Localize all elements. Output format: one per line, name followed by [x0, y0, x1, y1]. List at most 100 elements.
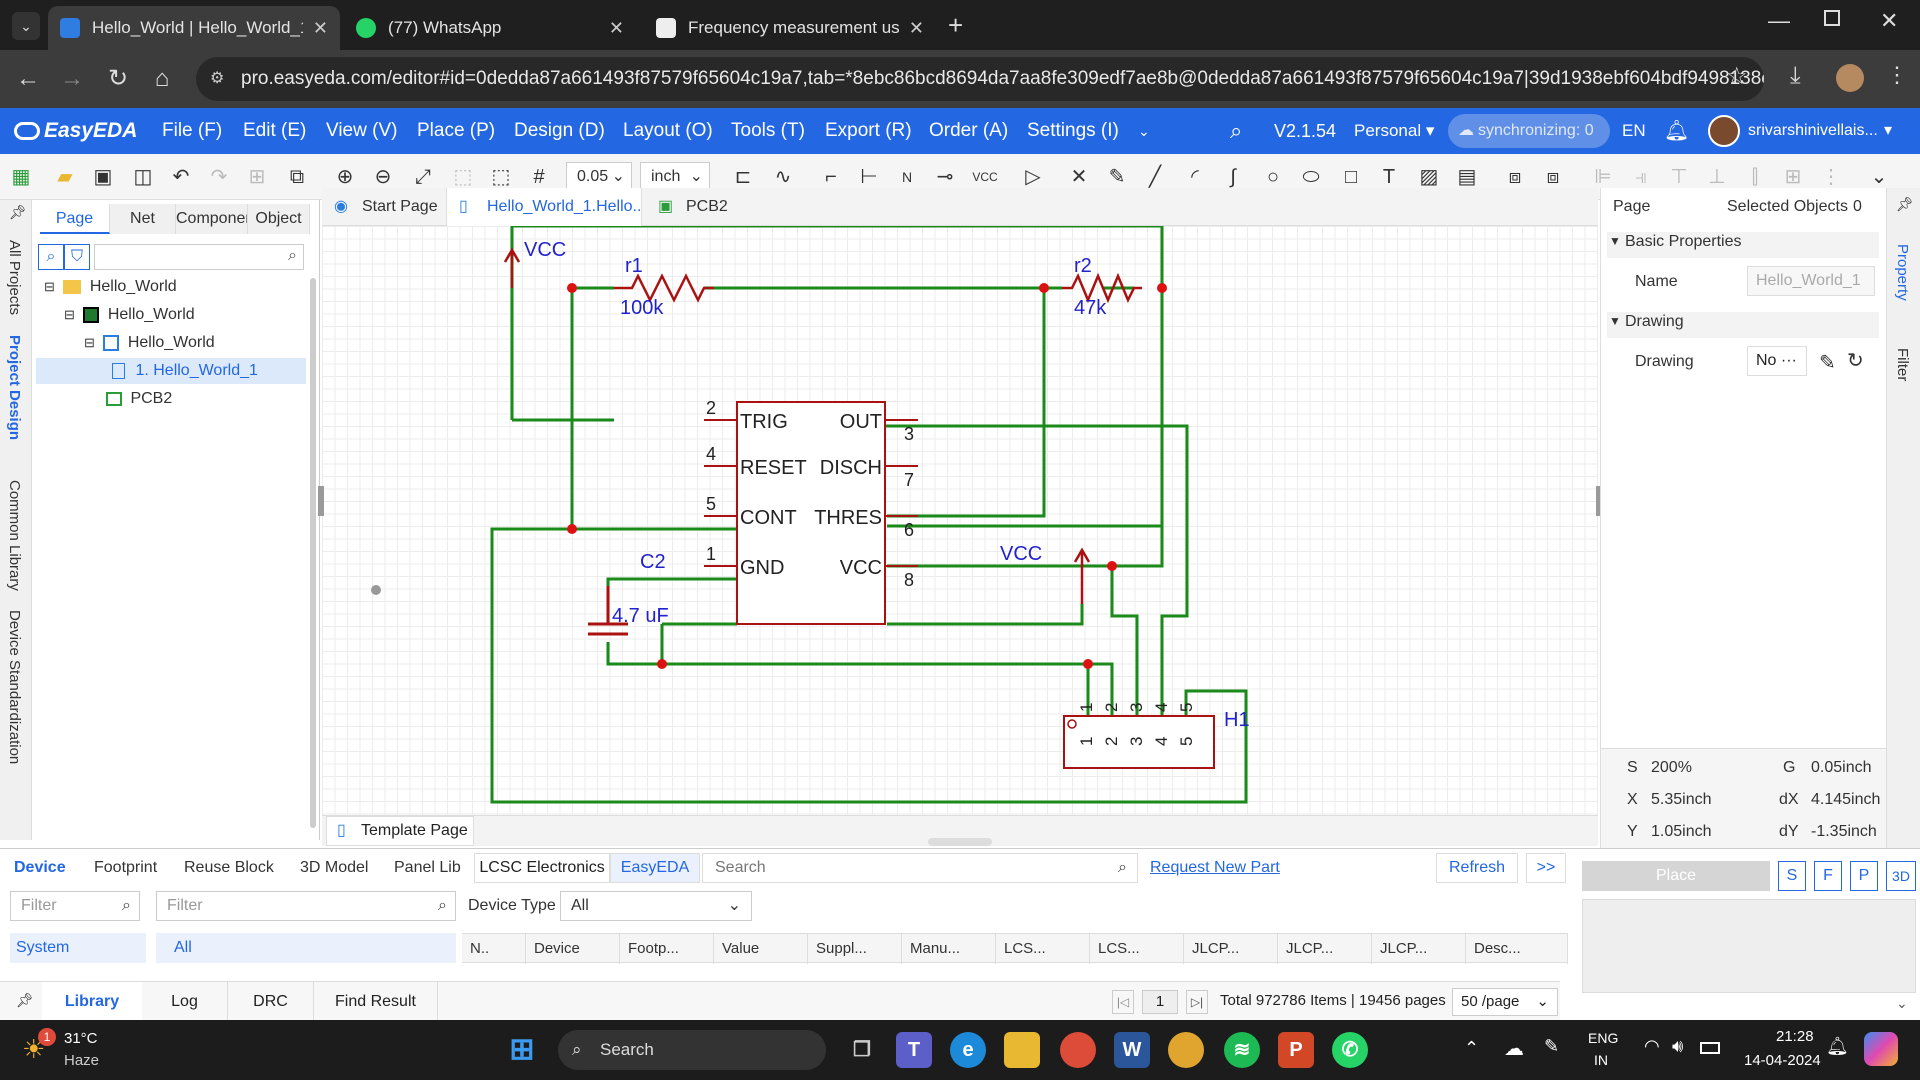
vcc-icon[interactable]: VCC [972, 164, 998, 190]
col-description[interactable]: Desc... [1466, 934, 1568, 964]
col-value[interactable]: Value [714, 934, 808, 964]
file-explorer-icon[interactable] [1004, 1032, 1040, 1068]
grid-icon[interactable]: # [526, 164, 552, 190]
schematic-canvas[interactable]: VCC r1 100k r2 47k C2 4.7 uF VCC H1 TRIG… [318, 226, 1602, 816]
rectangle-icon[interactable]: □ [1338, 164, 1364, 190]
lang-top[interactable]: ENG [1588, 1030, 1618, 1046]
close-icon[interactable]: ✕ [609, 18, 624, 39]
search-icon[interactable]: ⌕ [1230, 108, 1242, 154]
wire-icon[interactable]: ∿ [770, 164, 796, 190]
bottom-tab-log[interactable]: Log [142, 982, 228, 1022]
chrome-icon[interactable] [1168, 1032, 1204, 1068]
lib-tab-device[interactable]: Device [14, 859, 66, 877]
tab-template-page[interactable]: ▯ Template Page [326, 816, 474, 846]
lib-tab-panel-lib[interactable]: Panel Lib [394, 859, 461, 877]
undo-icon[interactable]: ↶ [168, 164, 194, 190]
refresh-icon[interactable]: ↻ [1847, 348, 1864, 373]
align-right-icon[interactable]: ⫣ [1628, 164, 1654, 190]
menu-file[interactable]: File (F) [162, 108, 222, 154]
plan-dropdown[interactable]: Personal ▾ [1354, 108, 1434, 154]
filter-input-1[interactable]: Filter ⌕ [10, 891, 140, 921]
text-icon[interactable]: T [1376, 164, 1402, 190]
toolbar-more-chevron-icon[interactable]: ⌄ [1866, 164, 1892, 190]
preview-3d-button[interactable]: 3D [1886, 861, 1916, 891]
col-jlcp-3[interactable]: JLCP... [1372, 934, 1466, 964]
edit-pen-icon[interactable]: ✎ [1819, 350, 1836, 375]
powerpoint-icon[interactable]: P [1278, 1032, 1314, 1068]
lib-tab-3d-model[interactable]: 3D Model [300, 859, 368, 877]
preview-symbol-button[interactable]: S [1778, 861, 1806, 891]
browser-tab-whatsapp[interactable]: (77) WhatsApp ✕ [344, 6, 636, 50]
align-center-icon[interactable]: ⫿ [1742, 164, 1768, 190]
align-top-icon[interactable]: ⊤ [1666, 164, 1692, 190]
menu-tools[interactable]: Tools (T) [731, 108, 805, 154]
tab-list-button[interactable]: ⌄ [12, 12, 40, 40]
pin-icon[interactable]: 📌︎ [1896, 196, 1914, 213]
col-jlcp-2[interactable]: JLCP... [1278, 934, 1372, 964]
category-system[interactable]: System [10, 933, 146, 963]
menu-edit[interactable]: Edit (E) [243, 108, 306, 154]
distribute-icon[interactable]: ⧈ [1540, 164, 1566, 190]
teams-icon[interactable]: T [896, 1032, 932, 1068]
library-search-input[interactable]: Search ⌕ [702, 853, 1138, 883]
vtab-filter[interactable]: Filter [1894, 348, 1911, 381]
align-left-icon[interactable]: ⊫ [1590, 164, 1616, 190]
copilot-icon[interactable] [1864, 1032, 1898, 1066]
preview-footprint-button[interactable]: F [1814, 861, 1842, 891]
back-icon[interactable]: ← [12, 63, 44, 95]
save-all-icon[interactable]: ◫ [130, 164, 156, 190]
site-info-icon[interactable]: ⚙ [210, 57, 224, 101]
panel-scrollbar[interactable] [310, 278, 316, 828]
menu-view[interactable]: View (V) [326, 108, 397, 154]
maximize-button[interactable] [1824, 10, 1840, 26]
place-button[interactable]: Place [1582, 861, 1770, 891]
col-footprint[interactable]: Footp... [620, 934, 714, 964]
zoom-in-icon[interactable]: ⊕ [332, 164, 358, 190]
page-number-input[interactable]: 1 [1142, 990, 1178, 1014]
col-supplier[interactable]: Suppl... [808, 934, 902, 964]
align-bottom-icon[interactable]: ⊥ [1704, 164, 1730, 190]
zoom-selection-icon[interactable]: ⬚ [450, 164, 476, 190]
group-icon[interactable]: ⊞ [244, 164, 270, 190]
tree-item-pcb[interactable]: PCB2 [106, 390, 172, 408]
filter-input-2[interactable]: Filter ⌕ [156, 891, 456, 921]
download-icon[interactable]: ⤓ [1790, 62, 1801, 90]
ic-555[interactable] [704, 401, 918, 625]
open-folder-icon[interactable]: ▰ [52, 164, 78, 190]
redo-icon[interactable]: ↷ [206, 164, 232, 190]
device-type-select[interactable]: All ⌄ [560, 891, 752, 921]
preview-pcb-button[interactable]: P [1850, 861, 1878, 891]
no-connect-icon[interactable]: ✕ [1066, 164, 1092, 190]
task-view-icon[interactable]: ❐ [844, 1032, 880, 1068]
browser-tab-frequency[interactable]: Frequency measurement using ✕ [644, 6, 936, 50]
language-selector[interactable]: EN [1622, 108, 1646, 154]
align-middle-icon[interactable]: ⊞ [1780, 164, 1806, 190]
col-lcsc-1[interactable]: LCS... [996, 934, 1090, 964]
wifi-icon[interactable]: ◠ [1644, 1036, 1660, 1057]
per-page-select[interactable]: 50 /page ⌄ [1452, 988, 1558, 1016]
vtab-all-projects[interactable]: All Projects [6, 240, 23, 315]
image-icon[interactable]: ▨ [1416, 164, 1442, 190]
align-icon[interactable]: ⧈ [1502, 164, 1528, 190]
word-icon[interactable]: W [1114, 1032, 1150, 1068]
battery-icon[interactable] [1700, 1042, 1720, 1054]
bottom-tab-drc[interactable]: DRC [228, 982, 314, 1022]
collapse-icon[interactable]: ⊟ [64, 307, 75, 322]
close-icon[interactable]: ✕ [909, 18, 924, 39]
user-dropdown-chevron-icon[interactable]: ▾ [1884, 108, 1892, 154]
circle-icon[interactable]: ○ [1260, 164, 1286, 190]
forward-icon[interactable]: → [56, 63, 88, 95]
col-jlcp-1[interactable]: JLCP... [1184, 934, 1278, 964]
notification-bell-icon[interactable]: 🔔︎ [1664, 108, 1689, 154]
bezier-icon[interactable]: ∫ [1220, 164, 1246, 190]
drawing-select[interactable]: No ··· [1747, 346, 1807, 376]
category-all[interactable]: All [156, 933, 456, 963]
copy-format-icon[interactable]: ⧉ [284, 164, 310, 190]
user-name[interactable]: srivarshinivellais... [1748, 108, 1878, 154]
lib-tab-footprint[interactable]: Footprint [94, 859, 157, 877]
tab-hello-world-schematic[interactable]: ▯ Hello_World_1.Hello... [446, 188, 642, 226]
tree-item-schematic[interactable]: ⊟ Hello_World [84, 334, 215, 352]
filter-icon[interactable]: ⛉ [64, 244, 90, 270]
notifications-bell-icon[interactable]: 🔔︎ [1826, 1036, 1849, 1057]
url-input[interactable]: ⚙ pro.easyeda.com/editor#id=0dedda87a661… [196, 57, 1764, 101]
